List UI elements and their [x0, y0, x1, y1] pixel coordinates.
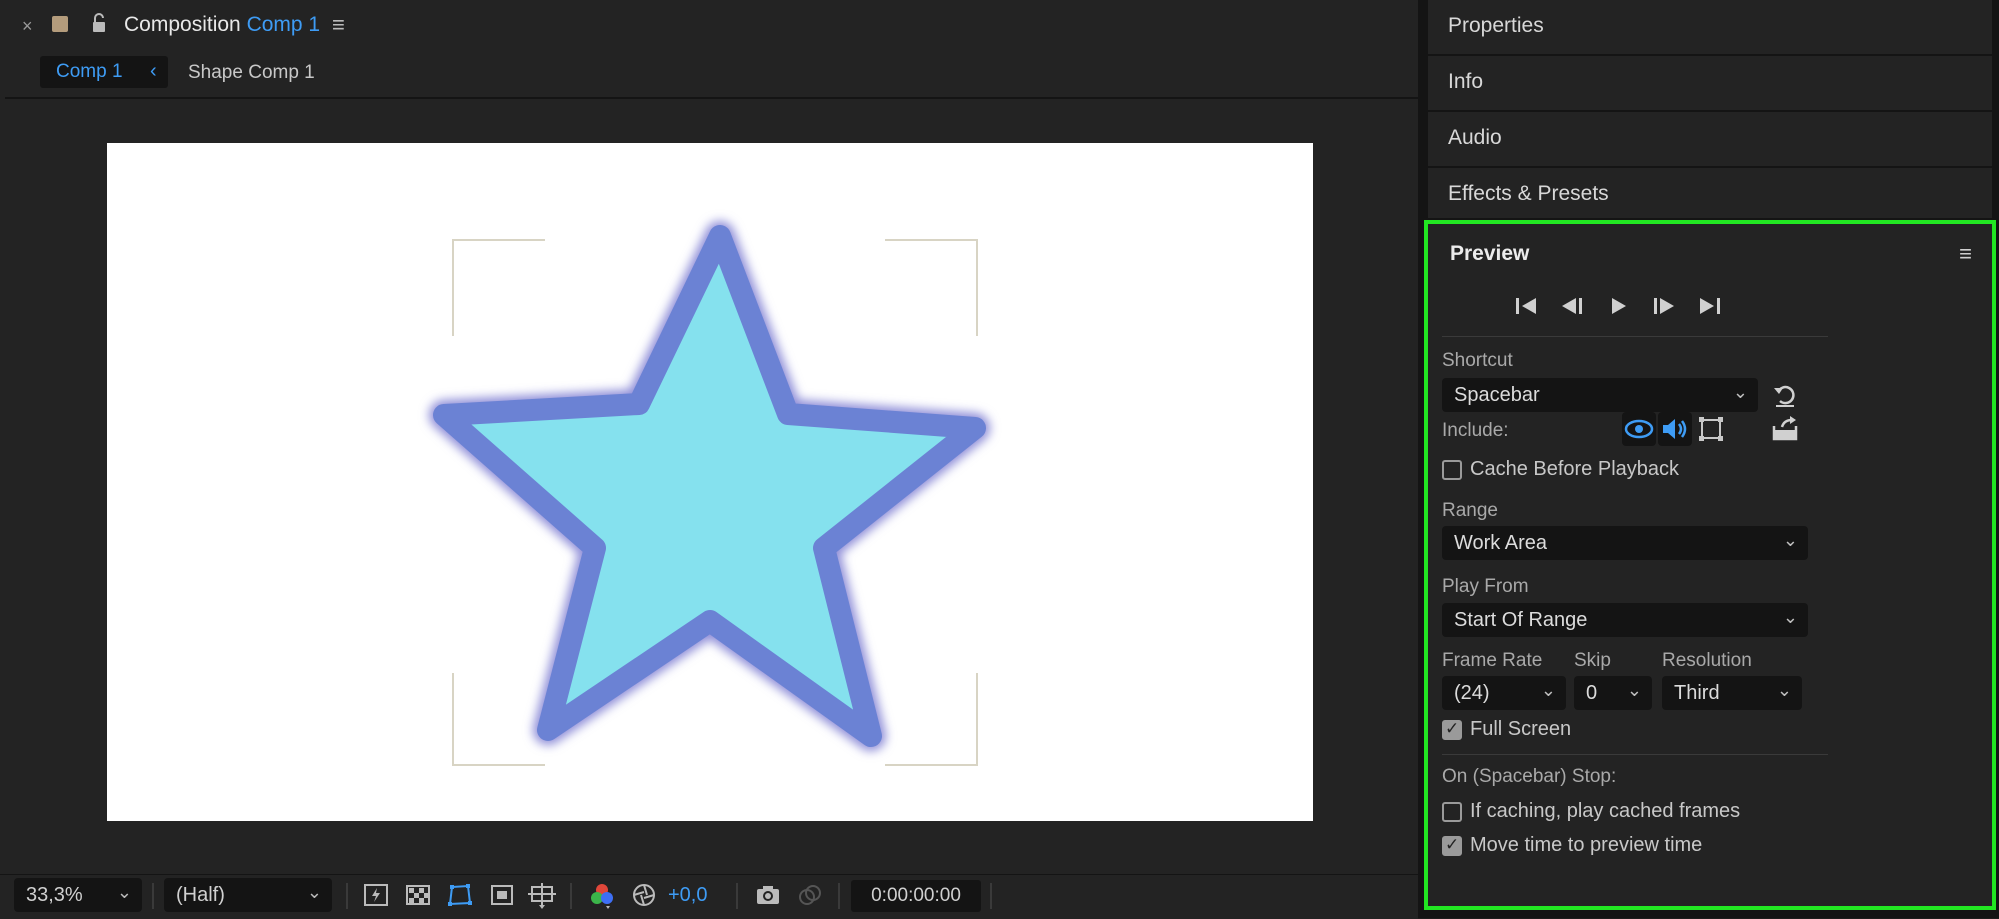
magnification-select[interactable]: 33,3% ⌄ [14, 878, 142, 912]
divider [990, 883, 992, 909]
export-icon[interactable] [1770, 414, 1800, 444]
composition-tabs: Comp 1 ‹ Shape Comp 1 [0, 50, 1418, 96]
channel-icon[interactable] [588, 881, 616, 909]
preview-resolution-select[interactable]: Third ⌄ [1662, 676, 1802, 710]
camera-icon[interactable] [754, 881, 782, 909]
frame-rate-select[interactable]: (24) ⌄ [1442, 676, 1566, 710]
resolution-label: Resolution [1662, 650, 1752, 671]
tab-comp-1[interactable]: Comp 1 [40, 56, 168, 88]
divider [1442, 336, 1828, 337]
composition-toolbar: 33,3% ⌄ (Half) ⌄ +0,0 0:00:00:00 [0, 874, 1418, 919]
preview-title: Preview [1450, 242, 1530, 265]
resolution-select[interactable]: (Half) ⌄ [164, 878, 332, 912]
close-icon[interactable]: × [22, 16, 33, 37]
lock-icon[interactable] [90, 12, 108, 34]
frame-rate-label: Frame Rate [1442, 650, 1543, 671]
include-audio-toggle[interactable] [1658, 412, 1692, 446]
fast-previews-icon[interactable] [362, 881, 390, 909]
cache-before-playback-checkbox[interactable] [1442, 460, 1462, 480]
if-caching-label[interactable]: If caching, play cached frames [1470, 800, 1740, 823]
range-select[interactable]: Work Area ⌄ [1442, 526, 1808, 560]
divider [1442, 754, 1828, 755]
composition-header: × Composition Comp 1 ≡ [0, 0, 1418, 50]
include-overlays-toggle[interactable] [1694, 412, 1728, 446]
include-label: Include: [1442, 420, 1509, 441]
tab-shape-comp-1[interactable]: Shape Comp 1 [188, 62, 315, 84]
range-label: Range [1442, 500, 1498, 521]
transparency-grid-icon[interactable] [404, 881, 432, 909]
play-icon[interactable] [1606, 292, 1632, 320]
chevron-left-icon[interactable]: ‹ [150, 60, 157, 83]
first-frame-icon[interactable] [1514, 292, 1540, 320]
panel-menu-icon[interactable]: ≡ [332, 12, 345, 38]
exposure-value[interactable]: +0,0 [668, 884, 707, 907]
region-of-interest-icon[interactable] [488, 881, 516, 909]
star-shape-layer[interactable] [107, 143, 1313, 821]
skip-label: Skip [1574, 650, 1611, 671]
show-snapshot-icon[interactable] [796, 881, 824, 909]
include-video-toggle[interactable] [1622, 412, 1656, 446]
panel-menu-icon[interactable]: ≡ [1959, 241, 1972, 267]
composition-canvas[interactable] [107, 143, 1313, 821]
panel-tab-info[interactable]: Info [1428, 56, 1992, 110]
grid-guides-icon[interactable] [528, 881, 556, 909]
previous-frame-icon[interactable] [1560, 292, 1586, 320]
current-time-field[interactable]: 0:00:00:00 [851, 880, 981, 912]
divider [346, 883, 348, 909]
divider [152, 883, 154, 909]
move-time-checkbox[interactable] [1442, 835, 1462, 856]
preview-panel: Preview ≡ Shortcut Spacebar ⌄ Include: Ca… [1424, 220, 1996, 910]
last-frame-icon[interactable] [1696, 292, 1722, 320]
if-caching-checkbox[interactable] [1442, 802, 1462, 822]
reset-shortcut-icon[interactable] [1770, 380, 1800, 410]
full-screen-checkbox[interactable] [1442, 719, 1462, 740]
panel-tab-effects-presets[interactable]: Effects & Presets [1428, 168, 1992, 218]
play-from-select[interactable]: Start Of Range ⌄ [1442, 603, 1808, 637]
shortcut-select[interactable]: Spacebar ⌄ [1442, 378, 1758, 412]
mask-visibility-icon[interactable] [446, 881, 474, 909]
move-time-label[interactable]: Move time to preview time [1470, 834, 1702, 857]
divider [736, 883, 738, 909]
skip-select[interactable]: 0 ⌄ [1574, 676, 1652, 710]
divider [838, 883, 840, 909]
on-stop-label: On (Spacebar) Stop: [1442, 766, 1617, 787]
full-screen-label[interactable]: Full Screen [1470, 718, 1571, 741]
panel-tab-audio[interactable]: Audio [1428, 112, 1992, 166]
panel-tab-properties[interactable]: Properties [1428, 0, 1992, 54]
divider [570, 883, 572, 909]
next-frame-icon[interactable] [1650, 292, 1676, 320]
play-from-label: Play From [1442, 576, 1529, 597]
shortcut-label: Shortcut [1442, 350, 1513, 371]
panel-title: Composition Comp 1 [124, 13, 321, 36]
composition-panel: × Composition Comp 1 ≡ Comp 1 ‹ Shape Co… [0, 0, 1418, 919]
label-color-swatch[interactable] [52, 16, 68, 32]
cache-before-playback-label[interactable]: Cache Before Playback [1470, 458, 1679, 481]
exposure-reset-icon[interactable] [630, 881, 658, 909]
